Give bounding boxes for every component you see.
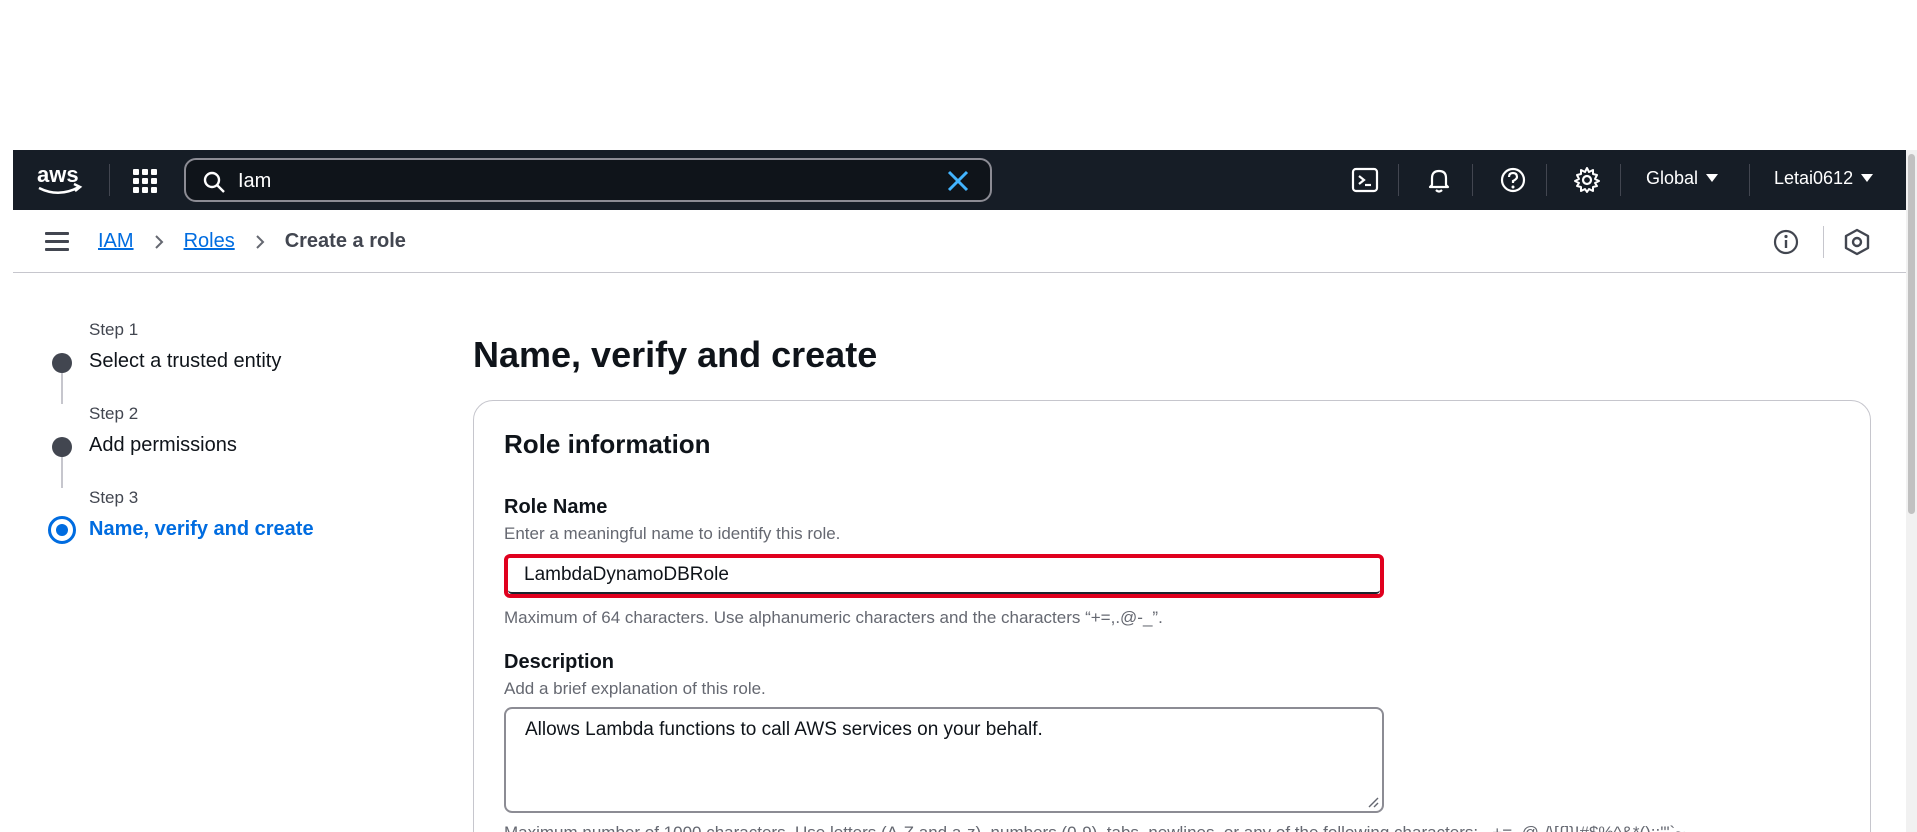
search-icon — [203, 171, 225, 193]
nav-divider — [1472, 164, 1473, 196]
search-bar[interactable] — [184, 158, 992, 202]
role-information-panel: Role information Role Name Enter a meani… — [473, 400, 1871, 832]
step-label: Name, verify and create — [89, 518, 314, 540]
step-completed-icon — [52, 353, 72, 373]
step-completed-icon — [52, 437, 72, 457]
hamburger-menu-icon[interactable] — [45, 232, 69, 252]
caret-down-icon — [1861, 174, 1874, 182]
page-title: Name, verify and create — [473, 334, 878, 375]
step-number: Step 1 — [89, 320, 139, 339]
section-title: Role information — [504, 429, 711, 459]
breadcrumb-current: Create a role — [284, 230, 406, 252]
cloudshell-icon[interactable] — [1350, 165, 1380, 195]
nav-divider — [1398, 164, 1399, 196]
search-input[interactable] — [238, 166, 918, 196]
role-name-description: Enter a meaningful name to identify this… — [504, 524, 841, 543]
breadcrumb-link-iam[interactable]: IAM — [98, 230, 134, 253]
chevron-right-icon — [255, 234, 265, 249]
description-help: Add a brief explanation of this role. — [504, 679, 766, 698]
step-label[interactable]: Add permissions — [89, 434, 237, 457]
step-active-icon — [48, 516, 76, 544]
breadcrumb-link-roles[interactable]: Roles — [184, 230, 235, 253]
toolbar-divider — [1823, 226, 1824, 258]
role-name-field[interactable] — [504, 554, 1384, 598]
description-field[interactable]: Allows Lambda functions to call AWS serv… — [504, 707, 1384, 813]
description-textarea[interactable]: Allows Lambda functions to call AWS serv… — [506, 709, 1382, 811]
clear-search-icon[interactable] — [946, 169, 970, 193]
breadcrumb-bar: IAM Roles Create a role — [13, 210, 1906, 273]
page-scrollbar[interactable] — [1906, 150, 1917, 832]
nav-divider — [1749, 164, 1750, 196]
role-name-label: Role Name — [504, 496, 608, 518]
help-icon[interactable] — [1498, 165, 1528, 195]
bell-icon[interactable] — [1424, 165, 1454, 195]
nav-divider — [1620, 164, 1621, 196]
aws-logo[interactable]: aws — [35, 162, 85, 198]
nav-divider — [1546, 164, 1547, 196]
region-label: Global — [1646, 168, 1699, 188]
svg-text:aws: aws — [37, 162, 79, 187]
caret-down-icon — [1706, 174, 1719, 182]
gear-icon[interactable] — [1572, 165, 1602, 195]
hexagon-settings-icon[interactable] — [1843, 228, 1871, 256]
chevron-right-icon — [154, 234, 163, 249]
role-name-constraint: Maximum of 64 characters. Use alphanumer… — [504, 608, 1163, 627]
resize-handle-icon[interactable] — [1367, 796, 1379, 808]
region-selector[interactable]: Global — [1646, 168, 1719, 189]
scrollbar-thumb[interactable] — [1908, 154, 1915, 514]
step-label[interactable]: Select a trusted entity — [89, 350, 281, 373]
account-menu[interactable]: Letai0612 — [1774, 168, 1874, 189]
nav-divider — [109, 164, 110, 196]
role-name-input[interactable] — [508, 558, 1380, 594]
step-number: Step 3 — [89, 488, 139, 507]
top-navigation-bar: aws Global — [13, 150, 1906, 210]
step-number: Step 2 — [89, 404, 139, 423]
breadcrumb: IAM Roles Create a role — [98, 230, 406, 253]
account-label: Letai0612 — [1774, 168, 1854, 188]
description-constraint: Maximum number of 1000 characters. Use l… — [504, 823, 1685, 832]
info-icon[interactable] — [1773, 229, 1799, 255]
services-menu-icon[interactable] — [130, 166, 158, 194]
description-label: Description — [504, 651, 615, 673]
